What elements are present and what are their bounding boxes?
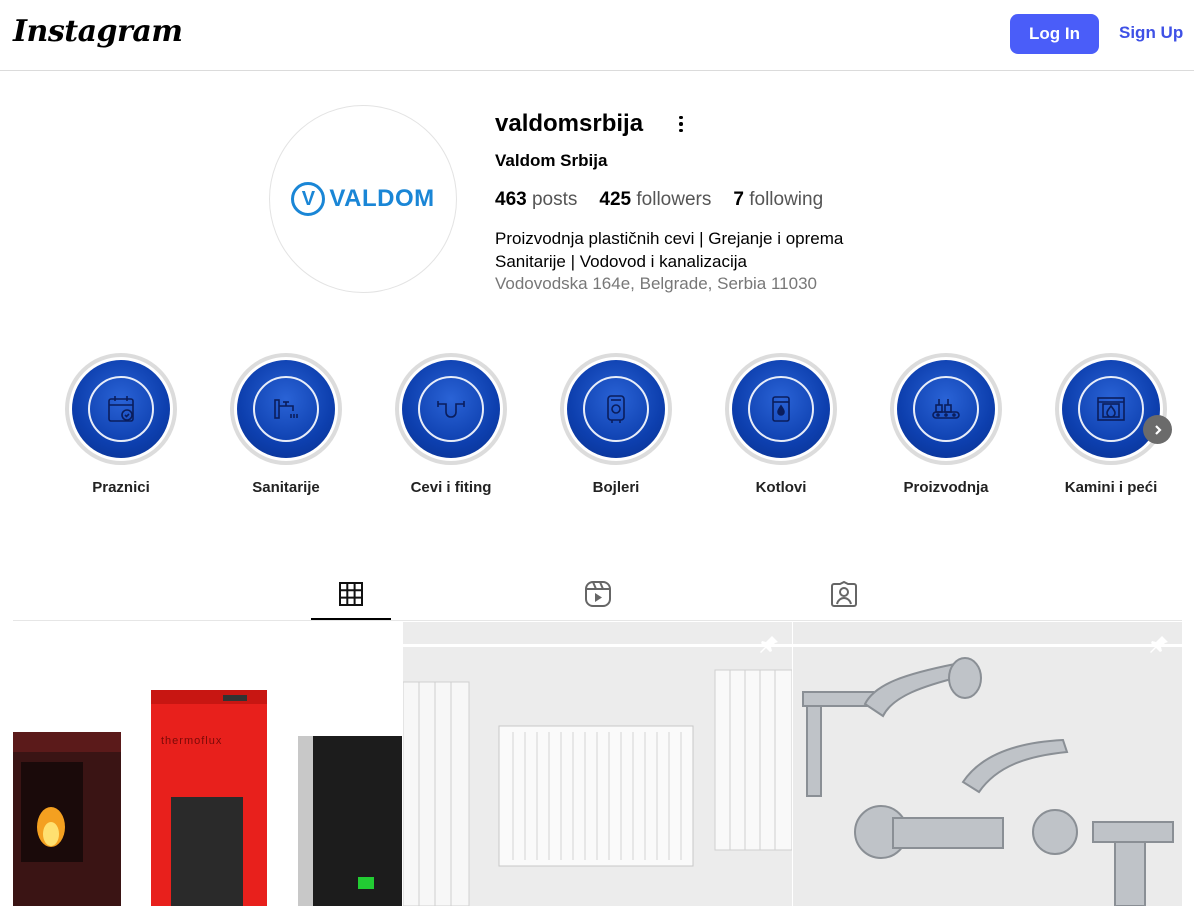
water-heater-icon xyxy=(772,396,790,422)
highlight-inner-ring xyxy=(748,376,814,442)
pipe-icon xyxy=(437,401,465,418)
highlight-cover xyxy=(402,360,500,458)
highlight-cover xyxy=(567,360,665,458)
profile-address[interactable]: Vodovodska 164e, Belgrade, Serbia 11030 xyxy=(495,273,843,296)
highlight-label: Cevi i fiting xyxy=(410,479,492,496)
reels-icon xyxy=(585,581,611,607)
pin-icon xyxy=(1150,636,1168,653)
highlight-ring xyxy=(1055,353,1167,465)
tab-posts[interactable] xyxy=(333,576,369,612)
stoves-image: thermoflux xyxy=(13,622,402,906)
top-bar: Instagram Log In Sign Up xyxy=(0,0,1194,71)
more-options-icon[interactable] xyxy=(672,114,690,134)
highlight-inner-ring xyxy=(418,376,484,442)
highlight-inner-ring xyxy=(1078,376,1144,442)
tagged-icon xyxy=(831,580,857,607)
posts-grid: thermoflux xyxy=(13,622,1182,906)
profile-tabs xyxy=(13,560,1182,622)
highlight-ring xyxy=(890,353,1002,465)
post-tile-faucets[interactable] xyxy=(793,622,1182,906)
highlight-label: Proizvodnja xyxy=(903,479,989,496)
post-top-band xyxy=(403,644,792,647)
highlight-inner-ring xyxy=(253,376,319,442)
profile-full-name: Valdom Srbija xyxy=(495,151,608,170)
profile-username: valdomsrbija xyxy=(495,110,644,137)
posts-count: 463 xyxy=(495,189,527,210)
highlight-cover xyxy=(1062,360,1160,458)
bio-line: Proizvodnja plastičnih cevi | Grejanje i… xyxy=(495,229,844,248)
instagram-logo[interactable]: Instagram xyxy=(13,14,183,49)
highlight-ring xyxy=(230,353,342,465)
post-top-band xyxy=(13,644,402,647)
signup-link[interactable]: Sign Up xyxy=(1119,23,1183,43)
post-tile-stoves[interactable]: thermoflux xyxy=(13,622,402,906)
fireplace-icon xyxy=(1097,397,1125,421)
highlight-inner-ring xyxy=(88,376,154,442)
tab-tagged[interactable] xyxy=(826,576,862,612)
highlight-label: Bojleri xyxy=(592,479,640,496)
pin-icon xyxy=(760,636,778,653)
highlight-kotlovi[interactable]: Kotlovi xyxy=(725,353,837,496)
post-top-band xyxy=(793,644,1182,647)
highlight-ring xyxy=(560,353,672,465)
following-stat[interactable]: 7 following xyxy=(733,189,823,211)
valdom-mark-icon: V xyxy=(291,182,326,216)
radiators-image xyxy=(403,622,792,906)
profile-stats: 463 posts 425 followers 7 following xyxy=(495,189,823,211)
highlight-label: Kotlovi xyxy=(755,479,807,496)
highlight-proizvodnja[interactable]: Proizvodnja xyxy=(890,353,1002,496)
highlight-inner-ring xyxy=(913,376,979,442)
profile-avatar[interactable]: V VALDOM xyxy=(269,105,457,293)
faucet-icon xyxy=(274,399,298,419)
highlight-ring xyxy=(395,353,507,465)
highlight-cover xyxy=(897,360,995,458)
tab-reels[interactable] xyxy=(580,576,616,612)
chevron-right-icon xyxy=(1154,424,1162,435)
posts-stat: 463 posts xyxy=(495,189,577,211)
followers-stat[interactable]: 425 followers xyxy=(599,189,711,211)
highlights-next-button[interactable] xyxy=(1143,415,1172,444)
highlight-cover xyxy=(72,360,170,458)
highlight-cevi-i-fiting[interactable]: Cevi i fiting xyxy=(395,353,507,496)
faucets-image xyxy=(793,622,1182,906)
boiler-icon xyxy=(607,395,625,423)
login-button[interactable]: Log In xyxy=(1010,14,1099,54)
highlight-ring xyxy=(725,353,837,465)
valdom-wordmark: VALDOM xyxy=(329,185,435,212)
factory-icon xyxy=(932,399,960,419)
pin-icon xyxy=(370,636,388,653)
highlight-label: Praznici xyxy=(92,479,150,496)
followers-label: followers xyxy=(636,189,712,210)
following-label: following xyxy=(749,189,824,210)
following-count: 7 xyxy=(733,189,744,210)
highlight-inner-ring xyxy=(583,376,649,442)
bio-line: Sanitarije | Vodovod i kanalizacija xyxy=(495,251,748,271)
highlight-ring xyxy=(65,353,177,465)
profile-bio: Proizvodnja plastičnih cevi | Grejanje i… xyxy=(495,228,843,296)
valdom-logo: V VALDOM xyxy=(291,182,434,216)
followers-count: 425 xyxy=(599,189,632,210)
post-brand-text: thermoflux xyxy=(161,735,222,747)
highlight-cover xyxy=(237,360,335,458)
grid-icon xyxy=(339,582,363,606)
highlight-label: Kamini i peći xyxy=(1064,479,1158,496)
post-tile-radiators[interactable] xyxy=(403,622,792,906)
posts-label: posts xyxy=(531,189,578,210)
highlight-cover xyxy=(732,360,830,458)
highlight-sanitarije[interactable]: Sanitarije xyxy=(230,353,342,496)
calendar-icon xyxy=(108,396,134,422)
highlight-label: Sanitarije xyxy=(252,479,320,496)
highlight-bojleri[interactable]: Bojleri xyxy=(560,353,672,496)
highlight-praznici[interactable]: Praznici xyxy=(65,353,177,496)
tabs-divider xyxy=(13,620,1182,621)
